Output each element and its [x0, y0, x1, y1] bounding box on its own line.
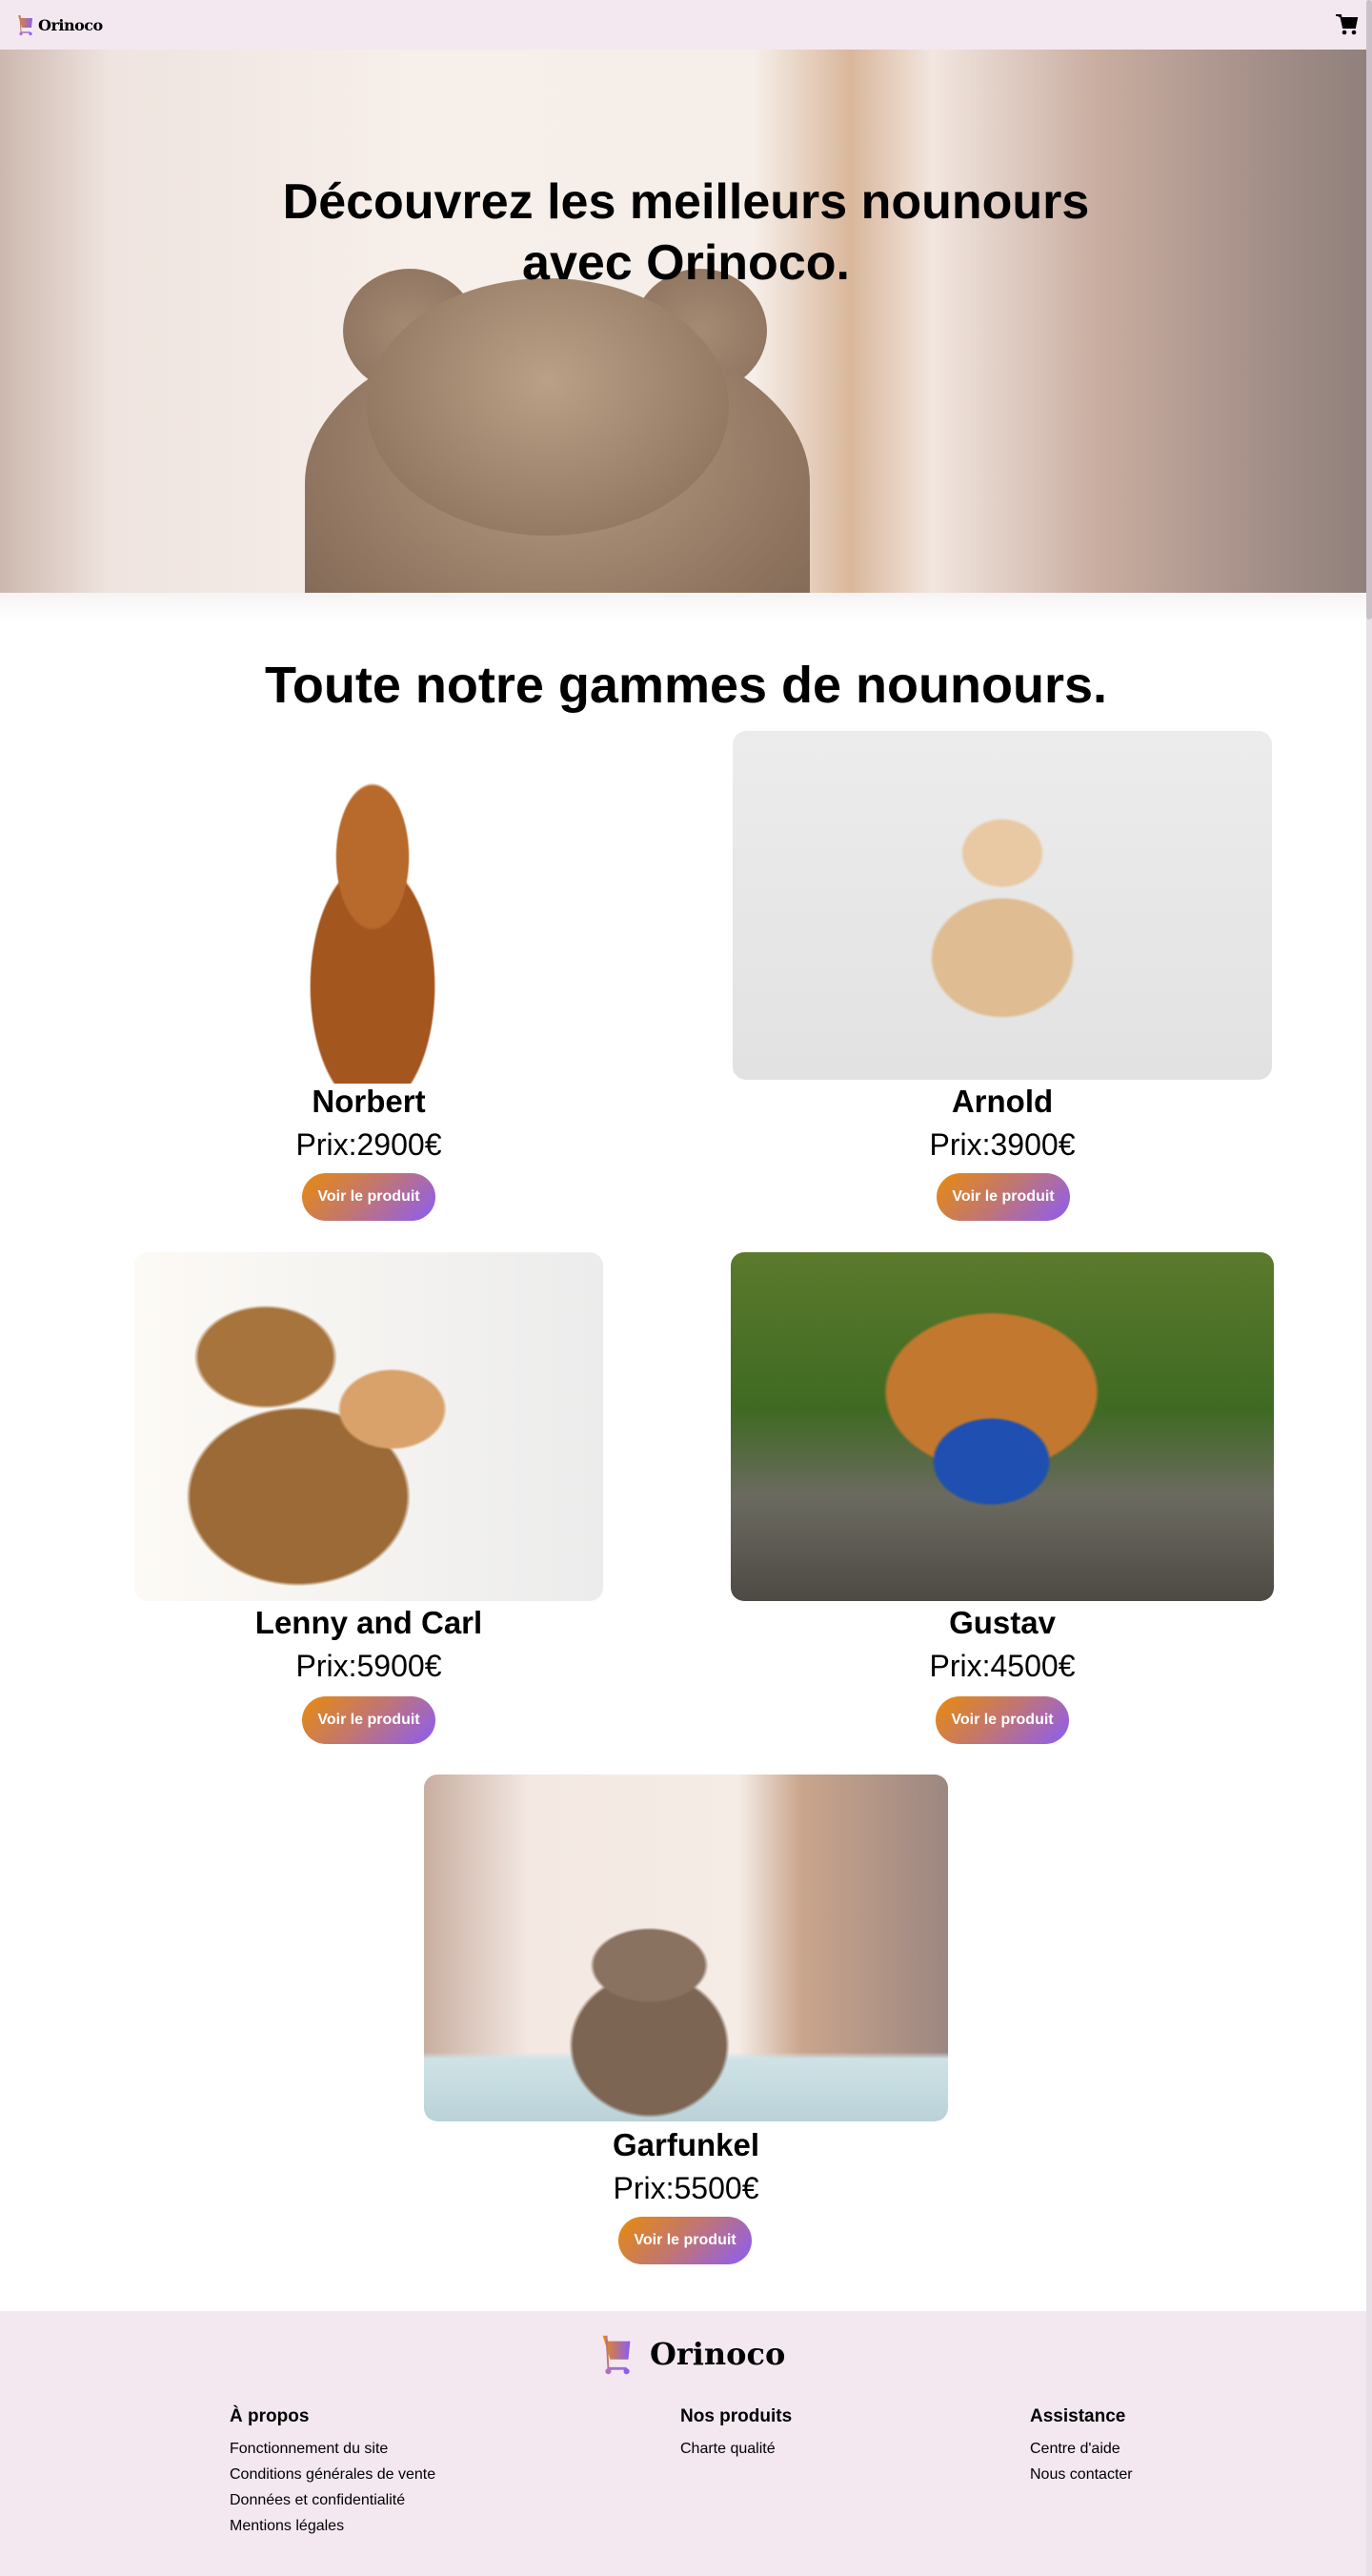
- view-product-button[interactable]: Voir le produit: [937, 1173, 1070, 1221]
- hero-bear-head: [367, 278, 729, 536]
- cart-icon[interactable]: [1334, 12, 1359, 37]
- product-price: Prix:5500€: [613, 2171, 759, 2205]
- footer-column-assistance: Assistance Centre d'aide Nous contacter: [1030, 2406, 1133, 2492]
- cart-logo-icon: [602, 2335, 631, 2375]
- footer-link[interactable]: Nous contacter: [1030, 2466, 1133, 2492]
- product-card: Norbert Prix:2900€ Voir le produit: [134, 731, 603, 1227]
- hero-banner: Découvrez les meilleurs nounours avec Ori…: [0, 50, 1372, 621]
- footer: Orinoco À propos Fonctionnement du site …: [0, 2311, 1372, 2576]
- footer-column-title: Assistance: [1030, 2406, 1126, 2426]
- product-image[interactable]: [424, 1775, 948, 2121]
- view-product-button[interactable]: Voir le produit: [618, 2217, 752, 2264]
- footer-column-products: Nos produits Charte qualité: [680, 2406, 792, 2466]
- product-image[interactable]: [134, 1252, 603, 1601]
- product-name: Garfunkel: [612, 2127, 760, 2162]
- product-image[interactable]: [731, 1252, 1274, 1601]
- catalog-title: Toute notre gammes de nounours.: [264, 657, 1108, 714]
- product-image[interactable]: [258, 760, 487, 1084]
- view-product-button[interactable]: Voir le produit: [936, 1696, 1069, 1744]
- footer-column-about: À propos Fonctionnement du site Conditio…: [230, 2406, 435, 2544]
- product-card: Garfunkel Prix:5500€ Voir le produit: [424, 1775, 948, 2270]
- product-price: Prix:2900€: [295, 1127, 442, 1162]
- product-card: Gustav Prix:4500€ Voir le produit: [731, 1252, 1274, 1748]
- product-name: Norbert: [312, 1084, 426, 1119]
- page-scrollbar[interactable]: [1366, 0, 1372, 2576]
- product-card: Arnold Prix:3900€ Voir le produit: [733, 731, 1272, 1227]
- product-name: Gustav: [949, 1605, 1056, 1640]
- hero-title: Découvrez les meilleurs nounours avec Ori…: [0, 172, 1372, 294]
- product-price: Prix:4500€: [929, 1649, 1076, 1683]
- footer-column-title: À propos: [230, 2406, 310, 2426]
- footer-logo[interactable]: Orinoco: [593, 2332, 785, 2376]
- product-card: Lenny and Carl Prix:5900€ Voir le produi…: [134, 1252, 603, 1748]
- hero-title-line: avec Orinoco.: [522, 235, 850, 291]
- cart-logo-icon: [18, 14, 32, 36]
- product-price: Prix:3900€: [929, 1127, 1076, 1162]
- footer-link[interactable]: Centre d'aide: [1030, 2441, 1133, 2466]
- product-name: Lenny and Carl: [254, 1605, 483, 1640]
- product-name: Arnold: [951, 1084, 1054, 1119]
- footer-link[interactable]: Données et confidentialité: [230, 2492, 435, 2518]
- footer-link[interactable]: Charte qualité: [680, 2441, 792, 2466]
- view-product-button[interactable]: Voir le produit: [302, 1696, 435, 1744]
- view-product-button[interactable]: Voir le produit: [302, 1173, 435, 1221]
- brand-logo[interactable]: Orinoco: [17, 13, 103, 36]
- footer-link[interactable]: Fonctionnement du site: [230, 2441, 435, 2466]
- product-price: Prix:5900€: [295, 1649, 442, 1683]
- hero-title-line: Découvrez les meilleurs nounours: [282, 174, 1090, 230]
- footer-brand-name: Orinoco: [650, 2336, 786, 2372]
- footer-column-title: Nos produits: [680, 2406, 793, 2426]
- hero-floor: [0, 593, 1372, 621]
- product-image[interactable]: [733, 731, 1272, 1080]
- scrollbar-thumb[interactable]: [1366, 0, 1372, 619]
- footer-link[interactable]: Conditions générales de vente: [230, 2466, 435, 2492]
- brand-name: Orinoco: [38, 15, 103, 34]
- footer-link[interactable]: Mentions légales: [230, 2518, 435, 2544]
- top-nav: Orinoco: [0, 0, 1372, 50]
